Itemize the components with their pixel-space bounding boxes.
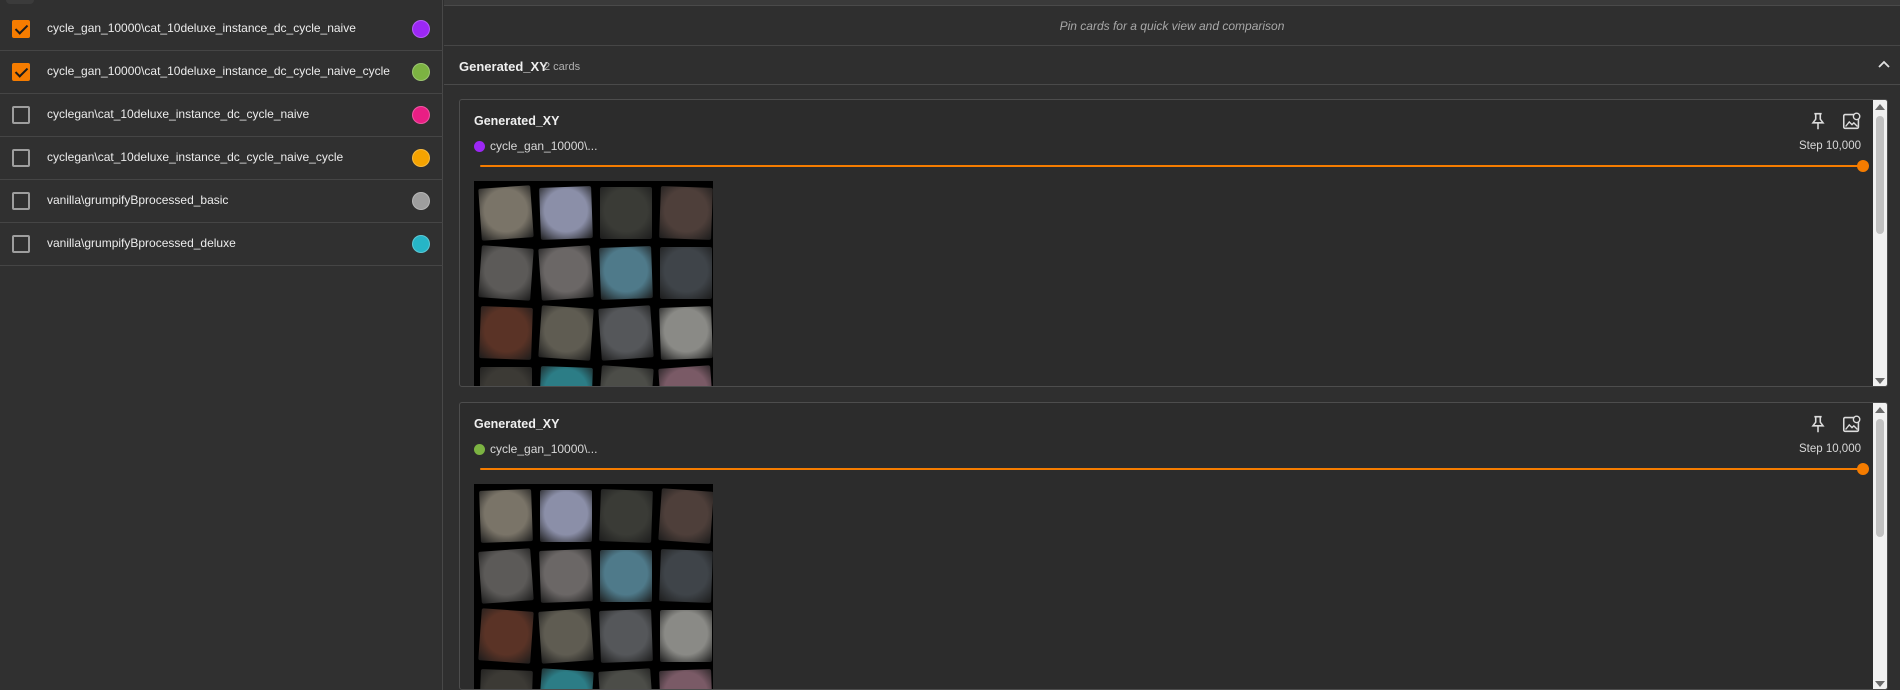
- card-title: Generated_XY: [474, 114, 560, 128]
- image-tile: [478, 245, 534, 301]
- image-tile: [599, 489, 653, 543]
- run-color-dot[interactable]: [412, 63, 430, 81]
- image-tile: [479, 489, 533, 543]
- run-checkbox[interactable]: [12, 235, 30, 253]
- run-label: cycle_gan_10000\cat_10deluxe_instance_dc…: [47, 64, 390, 78]
- generated-image-grid[interactable]: [474, 484, 713, 689]
- run-label: cyclegan\cat_10deluxe_instance_dc_cycle_…: [47, 150, 344, 164]
- card-title: Generated_XY: [474, 417, 560, 431]
- run-checkbox[interactable]: [12, 149, 30, 167]
- image-tile: [538, 608, 594, 664]
- run-row[interactable]: vanilla\grumpifyBprocessed_deluxe: [0, 223, 443, 266]
- image-tile: [539, 366, 593, 386]
- scrollbar-thumb[interactable]: [1876, 116, 1884, 234]
- image-tile: [539, 186, 593, 240]
- image-tile: [659, 549, 713, 603]
- slider-thumb[interactable]: [1857, 463, 1869, 475]
- sidebar-top-edge: [0, 0, 443, 6]
- scrollbar-thumb[interactable]: [1876, 419, 1884, 537]
- run-color-dot[interactable]: [412, 106, 430, 124]
- image-tile: [600, 550, 652, 602]
- image-tile: [659, 669, 713, 689]
- image-tile: [660, 610, 712, 662]
- run-color-dot[interactable]: [412, 192, 430, 210]
- chevron-up-icon[interactable]: [1872, 53, 1896, 77]
- run-checkbox[interactable]: [12, 106, 30, 124]
- step-label: Step 10,000: [1798, 443, 1861, 455]
- card-actions: [1807, 413, 1863, 435]
- image-tile: [479, 306, 533, 360]
- run-color-dot: [474, 443, 485, 455]
- step-label: Step 10,000: [1798, 140, 1861, 152]
- main-panel: Pin cards for a quick view and compariso…: [444, 0, 1900, 690]
- image-tile: [479, 669, 533, 689]
- slider-track: [480, 165, 1863, 167]
- image-tile: [540, 490, 592, 542]
- image-settings-icon[interactable]: [1841, 413, 1863, 435]
- step-slider[interactable]: [480, 160, 1869, 172]
- card-group-header[interactable]: Generated_XY 2 cards: [444, 47, 1900, 85]
- image-tile: [600, 187, 652, 239]
- run-label: cyclegan\cat_10deluxe_instance_dc_cycle_…: [47, 107, 310, 121]
- image-tile: [538, 305, 594, 361]
- run-checkbox[interactable]: [12, 20, 30, 38]
- image-tile: [538, 668, 594, 689]
- image-tile: [598, 365, 654, 386]
- slider-track: [480, 468, 1863, 470]
- card-run-name: cycle_gan_10000\...: [474, 442, 597, 456]
- scroll-down-icon[interactable]: [1875, 681, 1885, 687]
- generated-image-grid[interactable]: [474, 181, 713, 386]
- cards-container: Generated_XY cycle_gan_10000\... Step 10…: [444, 86, 1900, 690]
- image-card: Generated_XY cycle_gan_10000\... Step 10…: [459, 99, 1888, 387]
- run-checkbox[interactable]: [12, 192, 30, 210]
- image-tile: [478, 608, 534, 664]
- pin-icon[interactable]: [1807, 413, 1829, 435]
- image-tile: [599, 609, 653, 663]
- group-title: Generated_XY: [459, 59, 548, 74]
- run-label: vanilla\grumpifyBprocessed_basic: [47, 193, 229, 207]
- image-tile: [658, 488, 713, 544]
- step-slider[interactable]: [480, 463, 1869, 475]
- pin-hint: Pin cards for a quick view and compariso…: [444, 6, 1900, 46]
- run-color-dot[interactable]: [412, 149, 430, 167]
- scroll-up-icon[interactable]: [1875, 407, 1885, 413]
- image-tile: [659, 306, 713, 360]
- run-row[interactable]: cyclegan\cat_10deluxe_instance_dc_cycle_…: [0, 137, 443, 180]
- image-tile: [538, 245, 594, 301]
- image-card: Generated_XY cycle_gan_10000\... Step 10…: [459, 402, 1888, 690]
- image-tile: [478, 548, 534, 604]
- run-row[interactable]: vanilla\grumpifyBprocessed_basic: [0, 180, 443, 223]
- pin-icon[interactable]: [1807, 110, 1829, 132]
- run-row[interactable]: cyclegan\cat_10deluxe_instance_dc_cycle_…: [0, 94, 443, 137]
- run-label: cycle_gan_10000\cat_10deluxe_instance_dc…: [47, 21, 356, 35]
- group-card-count: 2 cards: [544, 61, 581, 73]
- card-scrollbar[interactable]: [1873, 403, 1887, 689]
- run-label: vanilla\grumpifyBprocessed_deluxe: [47, 236, 236, 250]
- run-color-dot[interactable]: [412, 20, 430, 38]
- image-tile: [539, 549, 593, 603]
- image-tile: [660, 247, 712, 299]
- run-color-dot: [474, 140, 485, 152]
- image-tile: [480, 367, 532, 386]
- image-tile: [598, 305, 654, 361]
- card-scrollbar[interactable]: [1873, 100, 1887, 386]
- scroll-up-icon[interactable]: [1875, 104, 1885, 110]
- slider-thumb[interactable]: [1857, 160, 1869, 172]
- image-tile: [478, 185, 534, 241]
- run-color-dot[interactable]: [412, 235, 430, 253]
- scroll-down-icon[interactable]: [1875, 378, 1885, 384]
- run-selector: cycle_gan_10000\cat_10deluxe_instance_dc…: [0, 0, 443, 690]
- card-run-name: cycle_gan_10000\...: [474, 139, 597, 153]
- image-tile: [598, 668, 654, 689]
- run-row[interactable]: cycle_gan_10000\cat_10deluxe_instance_dc…: [0, 8, 443, 51]
- image-settings-icon[interactable]: [1841, 110, 1863, 132]
- run-row[interactable]: cycle_gan_10000\cat_10deluxe_instance_dc…: [0, 51, 443, 94]
- image-tile: [659, 186, 713, 240]
- image-tile: [658, 365, 713, 386]
- card-run-label: cycle_gan_10000\...: [490, 139, 598, 153]
- card-actions: [1807, 110, 1863, 132]
- run-checkbox[interactable]: [12, 63, 30, 81]
- card-run-label: cycle_gan_10000\...: [490, 442, 598, 456]
- image-tile: [599, 246, 653, 300]
